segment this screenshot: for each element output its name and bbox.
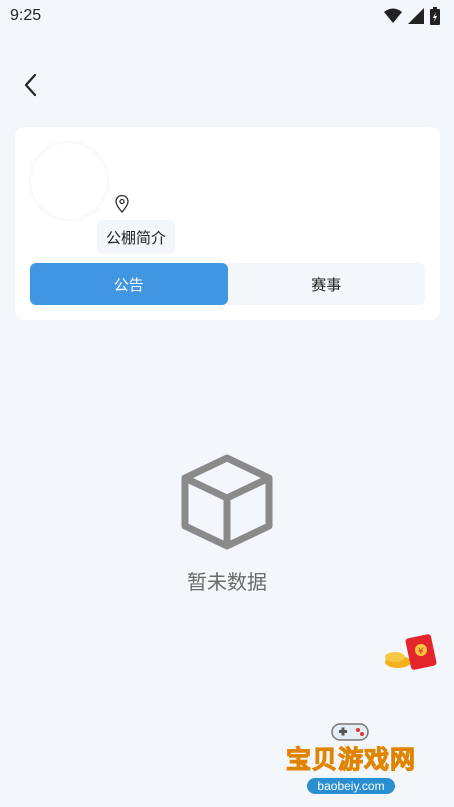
gamepad-icon bbox=[331, 723, 369, 741]
back-arrow-icon bbox=[24, 73, 37, 97]
watermark-url: baobeiy.com bbox=[307, 778, 395, 794]
watermark-title: 宝贝游戏网 bbox=[285, 745, 416, 775]
wifi-icon bbox=[384, 8, 402, 23]
tab-announcement-label: 公告 bbox=[113, 275, 144, 294]
signal-icon bbox=[408, 8, 424, 24]
profile-card: 公棚简介 公告 赛事 bbox=[15, 127, 440, 320]
red-packet-icon: ¥ bbox=[385, 634, 437, 670]
red-packet-button[interactable]: ¥ bbox=[380, 632, 440, 672]
tab-events[interactable]: 赛事 bbox=[228, 263, 426, 305]
watermark-logo: 宝贝游戏网 baobeiy.com bbox=[278, 718, 424, 804]
tab-announcement[interactable]: 公告 bbox=[30, 263, 228, 305]
box-icon bbox=[181, 454, 273, 550]
empty-state: 暂未数据 bbox=[0, 452, 454, 595]
location-pin-icon bbox=[115, 195, 129, 213]
tab-events-label: 赛事 bbox=[311, 275, 342, 294]
back-button[interactable] bbox=[16, 70, 44, 100]
intro-label: 公棚简介 bbox=[106, 228, 167, 247]
avatar[interactable] bbox=[31, 143, 107, 219]
status-time: 9:25 bbox=[10, 7, 42, 24]
intro-button[interactable]: 公棚简介 bbox=[97, 220, 176, 254]
battery-icon bbox=[430, 7, 440, 25]
svg-text:¥: ¥ bbox=[418, 647, 424, 657]
status-bar: 9:25 bbox=[0, 0, 454, 32]
tab-bar: 公告 赛事 bbox=[30, 263, 425, 305]
empty-state-text: 暂未数据 bbox=[187, 570, 267, 594]
status-icons bbox=[384, 7, 440, 25]
